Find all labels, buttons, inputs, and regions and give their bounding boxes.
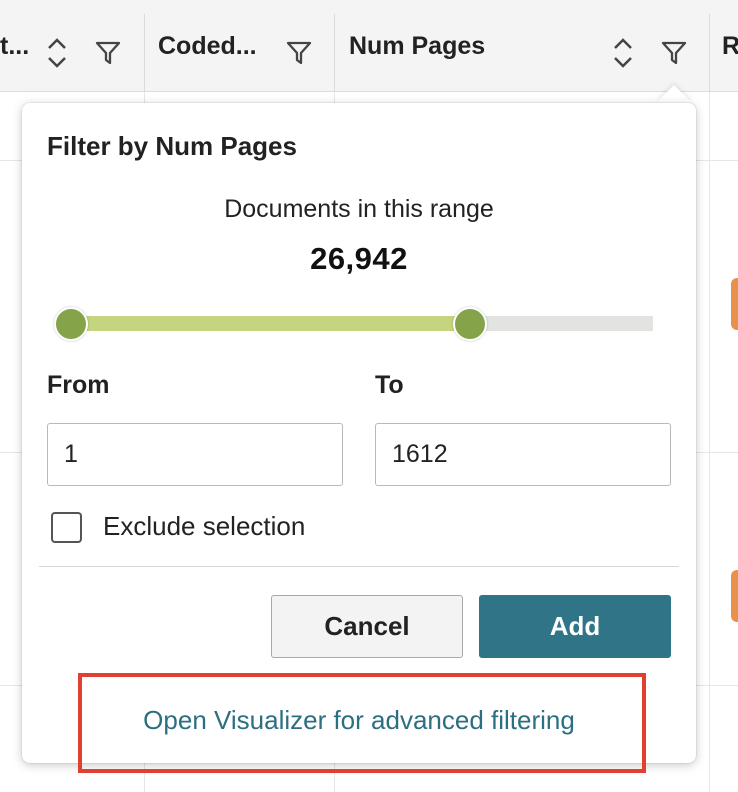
from-label: From [47,371,110,399]
sort-icon[interactable] [612,36,634,70]
exclude-selection-label: Exclude selection [103,511,306,541]
filter-icon[interactable] [660,39,688,67]
status-tag [731,570,738,622]
document-count: 26,942 [310,241,408,276]
filter-icon[interactable] [285,39,313,67]
column-divider [144,14,145,92]
column-header-label: Num Pages [349,31,486,60]
to-label: To [375,371,404,399]
from-input[interactable] [47,423,343,486]
sort-icon[interactable] [46,36,68,70]
highlight-annotation [78,673,646,773]
divider [39,566,679,567]
to-input[interactable] [375,423,671,486]
range-slider-max-handle[interactable] [453,307,488,341]
column-header-coded[interactable]: Coded... [158,0,257,92]
column-header-label: t... [0,31,30,60]
column-header-label: R [722,31,738,60]
filter-popover: Filter by Num Pages Documents in this ra… [22,103,696,763]
range-slider-track[interactable] [64,316,653,331]
column-divider [334,14,335,92]
exclude-selection-checkbox[interactable] [51,512,82,543]
grid-line [709,92,710,792]
range-label: Documents in this range [224,195,494,223]
column-divider [709,14,710,92]
range-slider-fill [64,316,471,331]
column-header-num-pages[interactable]: Num Pages [349,0,485,92]
popover-title: Filter by Num Pages [47,131,297,161]
range-slider-min-handle[interactable] [54,307,88,341]
add-button[interactable]: Add [479,595,671,658]
status-tag [731,278,738,330]
column-header-truncated[interactable]: t... [0,0,29,92]
filter-icon[interactable] [94,39,122,67]
cancel-button[interactable]: Cancel [271,595,463,658]
column-header-next[interactable]: R [722,0,738,92]
table-header: t... Coded... Num Pages R [0,0,738,92]
column-header-label: Coded... [158,31,257,60]
